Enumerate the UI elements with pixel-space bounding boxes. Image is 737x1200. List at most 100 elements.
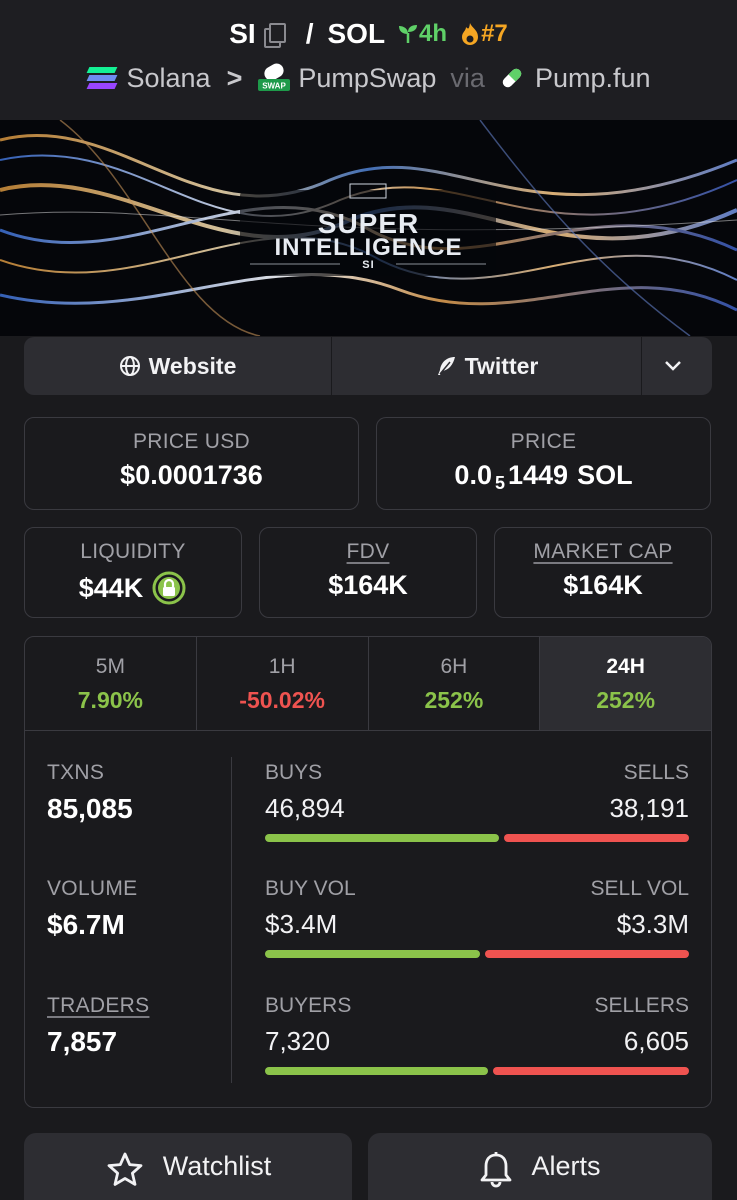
tab-5m-label: 5M	[95, 655, 125, 678]
tab-5m[interactable]: 5M 7.90%	[25, 637, 197, 730]
pumpfun-icon	[499, 65, 525, 91]
banner-title-line2: INTELLIGENCE	[274, 234, 463, 261]
sell-vol-value: $3.3M	[616, 909, 689, 939]
price-native-label: PRICE	[510, 430, 577, 453]
pumpswap-icon: SWAP	[258, 63, 291, 93]
alerts-button-label: Alerts	[531, 1151, 601, 1181]
trending-rank: #7	[459, 20, 508, 48]
tab-24h[interactable]: 24H 252%	[540, 637, 711, 730]
tab-5m-change: 7.90%	[77, 687, 143, 713]
sell-vol-bar	[484, 950, 689, 958]
volume-stat: VOLUME $6.7M	[47, 877, 138, 941]
volume-split-bar	[265, 950, 689, 958]
star-icon	[107, 1152, 143, 1186]
fdv-label[interactable]: FDV	[260, 540, 476, 564]
buys-sells-bar	[265, 834, 689, 842]
price-native-digits: 1449	[507, 460, 569, 490]
trending-rank-text: #7	[481, 20, 508, 47]
pair-title-row: SI / SOL 4h #7	[0, 16, 737, 52]
buyers-value: 7,320	[265, 1026, 331, 1056]
price-native-prefix: 0.0	[454, 460, 492, 490]
volume-label: VOLUME	[47, 877, 138, 900]
dex-link[interactable]: PumpSwap	[298, 63, 436, 94]
breadcrumb-chevron-icon: >	[226, 62, 243, 93]
fdv-box[interactable]: FDV $164K	[259, 527, 477, 618]
tab-1h[interactable]: 1H -50.02%	[197, 637, 369, 730]
buy-vol-value: $3.4M	[265, 909, 338, 939]
banner-title-line3: SI	[362, 259, 375, 271]
traders-split-row: BUYERS SELLERS 7,320 6,605	[265, 994, 689, 1075]
fire-icon	[462, 23, 479, 45]
traders-label[interactable]: TRADERS	[47, 994, 149, 1018]
alerts-button[interactable]: Alerts	[368, 1133, 712, 1200]
sells-value: 38,191	[609, 793, 689, 823]
tab-1h-label: 1H	[268, 655, 296, 678]
quote-symbol: SOL	[327, 18, 386, 49]
twitter-button-label: Twitter	[464, 352, 539, 379]
buyers-label: BUYERS	[265, 994, 352, 1017]
token-banner: SUPER INTELLIGENCE SI	[0, 120, 737, 336]
liquidity-label: LIQUIDITY	[80, 540, 186, 563]
pair-header: SI / SOL 4h #7 Solana > SWAP PumpSwap vi…	[0, 0, 737, 120]
traders-split-bar	[265, 1067, 689, 1075]
chain-link[interactable]: Solana	[126, 63, 210, 94]
buy-vol-bar	[265, 950, 480, 958]
liquidity-box: LIQUIDITY $44K	[24, 527, 242, 618]
traders-stat[interactable]: TRADERS 7,857	[47, 994, 149, 1058]
price-native-value: 0.0 5 1449 SOL	[377, 460, 710, 493]
sellers-value: 6,605	[623, 1026, 689, 1056]
txns-stat: TXNS 85,085	[47, 761, 133, 825]
base-symbol: SI	[229, 18, 256, 49]
website-button[interactable]: Website	[24, 337, 332, 395]
tab-6h-label: 6H	[440, 655, 468, 678]
tab-6h[interactable]: 6H 252%	[369, 637, 541, 730]
feather-icon	[437, 357, 455, 375]
bell-icon	[481, 1152, 512, 1188]
tab-1h-change: -50.02%	[239, 687, 325, 713]
sellers-bar	[493, 1067, 689, 1075]
fdv-value: $164K	[328, 570, 408, 600]
watchlist-button-label: Watchlist	[162, 1151, 272, 1181]
price-native-zero-count: 5	[494, 473, 505, 493]
stats-divider	[231, 757, 232, 1083]
launchpad-link[interactable]: Pump.fun	[535, 63, 651, 94]
chevron-down-icon	[665, 361, 681, 371]
timeframe-tabs: 5M 7.90% 1H -50.02% 6H 252% 24H 252%	[25, 637, 711, 731]
lock-icon[interactable]	[151, 570, 187, 606]
price-usd-box: PRICE USD $0.0001736	[24, 417, 359, 510]
buys-label: BUYS	[265, 761, 323, 784]
globe-icon	[119, 356, 140, 376]
txns-label: TXNS	[47, 761, 105, 784]
twitter-button[interactable]: Twitter	[332, 337, 642, 395]
liquidity-value: $44K	[78, 572, 144, 603]
more-links-button[interactable]	[642, 337, 712, 395]
price-usd-value: $0.0001736	[120, 460, 263, 490]
solana-icon	[86, 65, 118, 91]
price-native-box: PRICE 0.0 5 1449 SOL	[376, 417, 711, 510]
watchlist-button[interactable]: Watchlist	[24, 1133, 352, 1200]
tab-24h-label: 24H	[606, 655, 645, 678]
pair-separator: /	[305, 18, 314, 49]
buyers-bar	[265, 1067, 489, 1075]
price-native-unit: SOL	[577, 460, 633, 490]
via-label: via	[450, 62, 485, 93]
sells-bar	[503, 834, 689, 842]
tab-24h-change: 252%	[596, 687, 656, 713]
volume-value: $6.7M	[47, 909, 125, 940]
buys-value: 46,894	[265, 793, 345, 823]
pair-age: 4h	[397, 20, 447, 48]
price-usd-label: PRICE USD	[132, 430, 251, 453]
svg-text:SWAP: SWAP	[263, 82, 287, 91]
market-cap-label[interactable]: MARKET CAP	[495, 540, 711, 564]
sellers-label: SELLERS	[594, 994, 689, 1017]
market-cap-value: $164K	[563, 570, 643, 600]
tab-6h-change: 252%	[424, 687, 484, 713]
buy-vol-label: BUY VOL	[265, 877, 356, 900]
breadcrumb: Solana > SWAP PumpSwap via Pump.fun	[0, 60, 737, 96]
txns-value: 85,085	[47, 793, 133, 824]
copy-icon[interactable]	[262, 22, 286, 48]
market-cap-box[interactable]: MARKET CAP $164K	[494, 527, 712, 618]
volume-split-row: BUY VOL SELL VOL $3.4M $3.3M	[265, 877, 689, 958]
social-links-bar: Website Twitter	[24, 337, 712, 395]
pair-age-text: 4h	[419, 20, 448, 47]
